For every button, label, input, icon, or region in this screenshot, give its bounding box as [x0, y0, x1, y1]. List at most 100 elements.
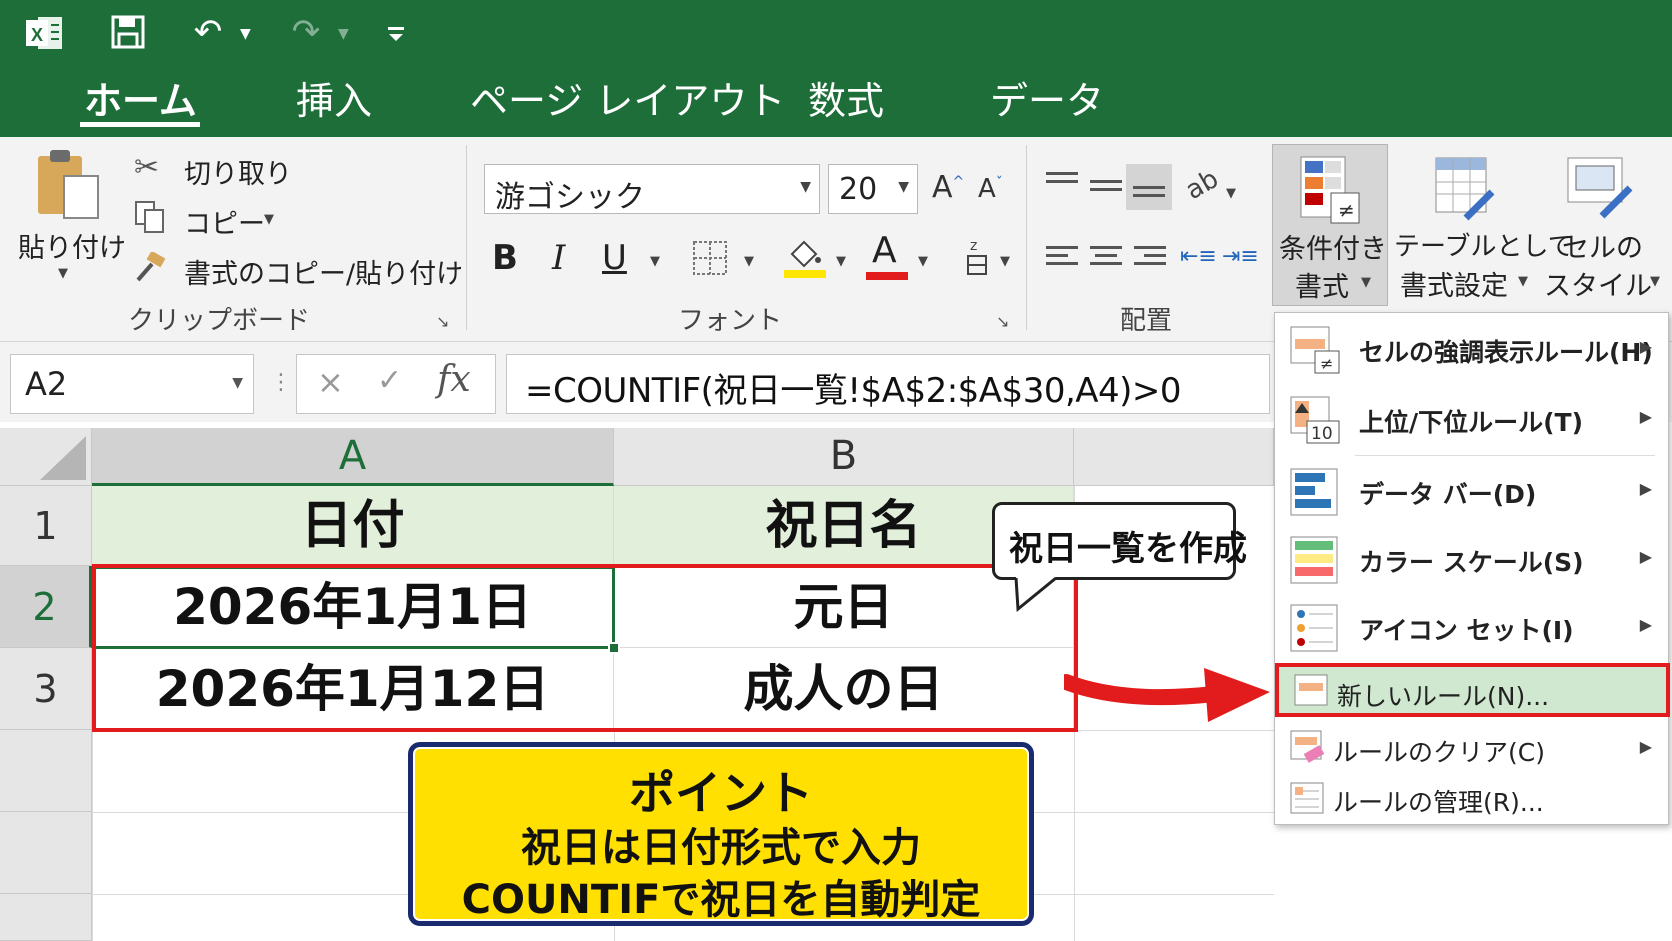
row-header-1[interactable]: 1 — [0, 486, 92, 566]
clipboard-icon — [34, 146, 104, 222]
clipboard-launcher-icon[interactable]: ↘ — [436, 312, 449, 331]
copy-dropdown-icon: ▼ — [264, 212, 274, 227]
italic-button[interactable]: I — [552, 236, 565, 280]
cell-styles-label-2: スタイル — [1544, 271, 1652, 302]
enter-icon[interactable]: ✓ — [377, 363, 402, 398]
formula-input[interactable]: =COUNTIF(祝日一覧!$A$2:$A$30,A4)>0 — [506, 354, 1270, 414]
font-color-letter: A — [872, 230, 897, 271]
bold-button[interactable]: B — [492, 236, 518, 280]
decrease-indent-icon[interactable]: ⇤≡ — [1180, 244, 1217, 269]
phonetic-dropdown-icon[interactable]: ▼ — [1000, 254, 1010, 269]
conditional-formatting-label-2: 書式 — [1295, 272, 1349, 303]
down-caret-icon: ˇ — [995, 175, 1003, 192]
insert-function-icon[interactable]: fx — [437, 359, 471, 400]
font-group-label: フォント — [678, 306, 783, 336]
paste-label: 貼り付け — [18, 233, 126, 264]
cell-a1[interactable]: 日付 — [92, 486, 614, 566]
menu-item-highlight-rules[interactable]: ≠ セルの強調表示ルール(H) ▶ — [1275, 317, 1670, 383]
undo-dropdown-icon[interactable]: ▼ — [240, 26, 251, 42]
menu-item-top-bottom-rules[interactable]: 10 上位/下位ルール(T) ▶ — [1275, 387, 1670, 453]
align-left-icon[interactable] — [1046, 246, 1078, 272]
customize-qat-icon[interactable] — [386, 26, 406, 42]
group-separator — [1026, 145, 1027, 330]
svg-text:X: X — [31, 25, 43, 45]
data-range-highlight — [92, 564, 1078, 732]
select-all-corner[interactable] — [0, 428, 92, 486]
column-header-b[interactable]: B — [614, 428, 1074, 486]
menu-item-icon-sets[interactable]: アイコン セット(I) ▶ — [1275, 595, 1670, 661]
name-box[interactable]: A2 ▼ — [10, 354, 254, 414]
formula-buttons: × ✓ fx — [296, 354, 496, 414]
cell-styles-button[interactable]: セルの スタイル ▼ — [1540, 144, 1666, 306]
select-all-triangle-icon — [40, 436, 86, 480]
scissors-icon: ✂ — [134, 150, 160, 185]
menu-item-manage-rules[interactable]: ルールの管理(R)... — [1275, 773, 1670, 825]
borders-dropdown-icon[interactable]: ▼ — [744, 254, 754, 269]
phonetic-guide-icon[interactable]: z — [964, 236, 990, 278]
menu-item-data-bars[interactable]: データ バー(D) ▶ — [1275, 459, 1670, 525]
cancel-icon[interactable]: × — [317, 363, 344, 401]
color-scales-icon — [1289, 535, 1341, 585]
point-note-box: ポイント 祝日は日付形式で入力 COUNTIFで祝日を自動判定 — [408, 742, 1034, 926]
orientation-dropdown-icon[interactable]: ▼ — [1226, 186, 1236, 201]
shrink-font-button[interactable]: Aˇ — [978, 174, 1003, 204]
submenu-arrow-icon: ▶ — [1639, 615, 1652, 634]
tab-data[interactable]: データ — [990, 76, 1104, 126]
row-header-6[interactable] — [0, 894, 92, 941]
tab-home[interactable]: ホーム — [84, 76, 197, 126]
tab-insert[interactable]: 挿入 — [296, 76, 372, 126]
redo-dropdown-icon[interactable]: ▼ — [338, 26, 349, 42]
svg-text:≠: ≠ — [1320, 354, 1333, 373]
table-style-icon — [1428, 154, 1498, 224]
clipboard-group-label: クリップボード — [128, 306, 311, 336]
top-bottom-rules-icon: 10 — [1289, 395, 1341, 445]
menu-item-new-rule[interactable]: 新しいルール(N)... — [1275, 663, 1670, 717]
align-middle-icon[interactable] — [1090, 180, 1122, 206]
fill-color-button[interactable] — [784, 238, 826, 280]
grow-font-label: A — [932, 170, 953, 205]
font-color-dropdown-icon[interactable]: ▼ — [918, 254, 928, 269]
tab-formulas[interactable]: 数式 — [808, 76, 884, 126]
align-right-icon[interactable] — [1134, 246, 1166, 272]
underline-button[interactable]: U — [602, 236, 627, 280]
row-header-2[interactable]: 2 — [0, 566, 92, 648]
row-header-5[interactable] — [0, 812, 92, 894]
menu-item-label: セルの強調表示ルール(H) — [1359, 338, 1653, 367]
font-color-button[interactable]: A — [866, 230, 908, 280]
font-launcher-icon[interactable]: ↘ — [996, 312, 1009, 331]
align-bottom-button[interactable] — [1126, 164, 1172, 210]
undo-icon[interactable]: ↶ — [188, 12, 228, 52]
redo-icon[interactable]: ↷ — [286, 12, 326, 52]
formula-bar-splitter-icon[interactable]: ⋮ — [270, 370, 292, 395]
paintbrush-icon — [134, 250, 168, 282]
menu-item-color-scales[interactable]: カラー スケール(S) ▶ — [1275, 527, 1670, 593]
column-header-a[interactable]: A — [92, 428, 614, 486]
font-name-combo[interactable]: 游ゴシック ▼ — [484, 164, 820, 215]
align-top-icon[interactable] — [1046, 172, 1078, 198]
submenu-arrow-icon: ▶ — [1639, 737, 1652, 756]
conditional-formatting-button[interactable]: ≠ 条件付き 書式 ▼ — [1272, 144, 1388, 306]
paste-button[interactable]: 貼り付け ▼ — [14, 146, 126, 286]
menu-item-clear-rules[interactable]: ルールのクリア(C) ▶ — [1275, 723, 1670, 775]
row-header-3[interactable]: 3 — [0, 648, 92, 730]
underline-dropdown-icon[interactable]: ▼ — [650, 254, 660, 269]
row-header-4[interactable] — [0, 730, 92, 812]
align-center-icon[interactable] — [1090, 246, 1122, 272]
borders-icon — [693, 241, 727, 275]
column-header-c[interactable] — [1074, 428, 1274, 486]
fill-color-dropdown-icon[interactable]: ▼ — [836, 254, 846, 269]
borders-button[interactable] — [692, 240, 728, 276]
point-line-1: 祝日は日付形式で入力 — [521, 825, 921, 871]
copy-button[interactable]: コピー ▼ — [134, 200, 284, 240]
chevron-down-icon: ▼ — [1361, 275, 1371, 290]
save-icon[interactable] — [110, 14, 146, 50]
increase-indent-icon[interactable]: ⇥≡ — [1222, 244, 1259, 269]
grow-font-button[interactable]: A^ — [932, 170, 964, 205]
conditional-formatting-label-1: 条件付き — [1279, 234, 1387, 265]
font-size-combo[interactable]: 20 ▼ — [828, 164, 918, 214]
up-caret-icon: ^ — [952, 174, 965, 190]
format-as-table-button[interactable]: テーブルとして 書式設定 ▼ — [1394, 144, 1574, 306]
tab-page-layout[interactable]: ページ レイアウト — [470, 76, 785, 126]
red-arrow-icon — [1058, 660, 1276, 730]
font-name-value: 游ゴシック — [495, 180, 645, 215]
